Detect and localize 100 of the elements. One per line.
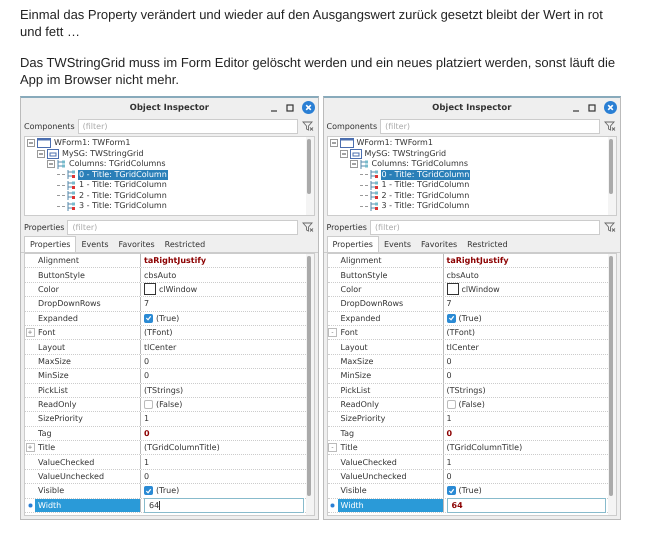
property-name[interactable]: DropDownRows	[35, 297, 141, 311]
property-name[interactable]: Visible	[338, 484, 444, 498]
collapse-icon[interactable]	[37, 150, 45, 158]
tab[interactable]: Favorites	[416, 237, 462, 252]
property-name[interactable]: Tag	[35, 426, 141, 440]
property-name[interactable]: Alignment	[338, 254, 444, 268]
property-name[interactable]: MaxSize	[35, 354, 141, 368]
tree-item[interactable]: Columns: TGridColumns	[370, 159, 470, 170]
property-name[interactable]: MinSize	[35, 369, 141, 383]
scrollbar[interactable]	[608, 254, 616, 515]
tab[interactable]: Restricted	[462, 237, 513, 252]
tree-item[interactable]: 2 - Title: TGridColumn	[380, 190, 470, 201]
checkbox[interactable]	[144, 486, 153, 496]
property-name[interactable]: Layout	[35, 340, 141, 354]
clear-filter-icon[interactable]	[603, 220, 617, 234]
checkbox[interactable]	[144, 400, 153, 410]
collapse-icon[interactable]	[340, 150, 348, 158]
property-name[interactable]: ReadOnly	[338, 398, 444, 412]
property-name[interactable]: Title	[35, 441, 141, 454]
property-name[interactable]: ValueChecked	[35, 455, 141, 469]
property-name[interactable]: ButtonStyle	[338, 268, 444, 282]
collapse-icon[interactable]	[350, 160, 358, 168]
row-marker-icon	[330, 502, 335, 508]
grid-icon	[350, 148, 362, 159]
property-name[interactable]: Layout	[338, 340, 444, 354]
property-value: (False)	[458, 400, 485, 410]
tree-item[interactable]: MySG: TWStringGrid	[364, 148, 448, 159]
filter-field[interactable]: (filter)	[370, 220, 600, 234]
property-name[interactable]: Font	[35, 326, 141, 340]
color-swatch	[144, 283, 156, 296]
tab[interactable]: Properties	[24, 236, 76, 252]
tree-item[interactable]: WForm1: TWForm1	[356, 138, 434, 148]
property-name[interactable]: ValueUnchecked	[35, 470, 141, 484]
maximize-icon[interactable]	[286, 104, 294, 112]
property-value: (True)	[156, 314, 180, 323]
tree-item[interactable]: 0 - Title: TGridColumn	[380, 170, 470, 180]
property-name[interactable]: Alignment	[35, 254, 141, 268]
property-name[interactable]: MinSize	[338, 369, 444, 383]
value-field[interactable]: 64	[144, 498, 304, 513]
close-icon[interactable]	[604, 101, 617, 114]
clear-filter-icon[interactable]	[300, 119, 314, 133]
tab[interactable]: Restricted	[160, 237, 210, 252]
tree-item[interactable]: 3 - Title: TGridColumn	[380, 201, 470, 212]
clear-filter-icon[interactable]	[300, 220, 314, 234]
scrollbar[interactable]	[608, 137, 616, 215]
property-value: (TStrings)	[446, 386, 486, 395]
checkbox[interactable]	[446, 314, 456, 323]
collapse-icon[interactable]	[330, 139, 338, 148]
property-name[interactable]: Title	[338, 441, 444, 454]
checkbox[interactable]	[144, 314, 153, 323]
grid-icon	[47, 148, 59, 159]
filter-field[interactable]: (filter)	[67, 220, 298, 234]
property-name[interactable]: Visible	[35, 484, 141, 498]
tree-item[interactable]: 1 - Title: TGridColumn	[380, 180, 470, 190]
property-name[interactable]: Color	[35, 282, 141, 296]
tree-item[interactable]: 3 - Title: TGridColumn	[78, 201, 168, 212]
property-name[interactable]: DropDownRows	[338, 297, 444, 311]
scrollbar[interactable]	[306, 137, 314, 215]
tab[interactable]: Events	[76, 237, 114, 252]
clear-filter-icon[interactable]	[603, 119, 617, 133]
property-value: 1	[144, 414, 150, 424]
property-name[interactable]: SizePriority	[35, 412, 141, 426]
tree-item[interactable]: 0 - Title: TGridColumn	[78, 170, 168, 180]
tree-item[interactable]: 1 - Title: TGridColumn	[78, 180, 168, 190]
property-name[interactable]: Color	[338, 282, 444, 296]
property-name[interactable]: Font	[338, 326, 444, 340]
components-label: Components	[326, 122, 378, 130]
close-icon[interactable]	[302, 101, 314, 114]
tab[interactable]: Properties	[326, 236, 379, 252]
property-name[interactable]: ReadOnly	[35, 398, 141, 412]
property-name[interactable]: ValueUnchecked	[338, 470, 444, 484]
property-name[interactable]: PickList	[35, 384, 141, 397]
value-field[interactable]: 64	[446, 498, 606, 513]
filter-field[interactable]: (filter)	[78, 118, 298, 134]
property-value: 1	[446, 414, 452, 424]
property-name[interactable]: Tag	[338, 426, 444, 440]
collapse-icon[interactable]	[47, 160, 55, 168]
property-name[interactable]: ValueChecked	[338, 455, 444, 469]
property-value: 7	[144, 299, 150, 308]
property-name[interactable]: PickList	[338, 384, 444, 397]
filter-field[interactable]: (filter)	[380, 118, 600, 134]
tree-item[interactable]: Columns: TGridColumns	[68, 159, 167, 170]
tab[interactable]: Favorites	[114, 237, 160, 252]
column-icon	[67, 190, 76, 201]
scrollbar[interactable]	[306, 254, 314, 515]
property-name[interactable]: MaxSize	[338, 354, 444, 368]
checkbox[interactable]	[446, 400, 456, 410]
property-name[interactable]: ButtonStyle	[35, 268, 141, 282]
tree-item[interactable]: MySG: TWStringGrid	[61, 148, 145, 159]
property-name[interactable]: SizePriority	[338, 412, 444, 426]
property-value: 0	[144, 428, 150, 438]
tree-item[interactable]: WForm1: TWForm1	[53, 138, 132, 148]
property-name[interactable]: Expanded	[338, 312, 444, 325]
checkbox[interactable]	[446, 486, 456, 496]
collapse-icon[interactable]	[27, 139, 35, 148]
property-value: 1	[446, 458, 452, 467]
tab[interactable]: Events	[378, 237, 416, 252]
property-name[interactable]: Expanded	[35, 312, 141, 325]
tree-item[interactable]: 2 - Title: TGridColumn	[78, 190, 168, 201]
maximize-icon[interactable]	[588, 104, 596, 112]
